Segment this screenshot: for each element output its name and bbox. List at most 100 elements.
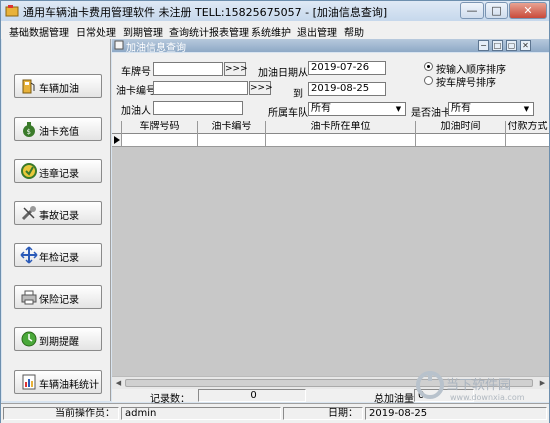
sidebar-item-insurance[interactable]: 保险记录 [14,285,102,309]
svg-text:$: $ [27,128,31,136]
sort-by-plate-radio[interactable] [424,76,433,85]
sidebar-item-refuel[interactable]: 车辆加油 [14,74,102,98]
menu-basic-data[interactable]: 基础数据管理 [9,24,69,39]
menu-expiry[interactable]: 到期管理 [123,24,163,39]
child-window-title-bar: 加油信息查询 − □ ▢ ✕ [112,39,549,54]
menu-daily[interactable]: 日常处理 [76,24,116,39]
person-label: 加油人 [121,106,151,117]
plate-browse-button[interactable]: >>> [224,62,248,76]
plate-input[interactable] [153,62,223,76]
table-row[interactable] [112,134,549,147]
sidebar-item-fuel-stats[interactable]: 车辆油耗统计 [14,370,102,394]
operator-label: 当前操作员： [3,407,119,420]
sidebar-item-violation[interactable]: 违章记录 [14,159,102,183]
watermark-text: 当下软件园 [446,378,512,393]
scroll-left-icon[interactable]: ◀ [114,379,123,387]
table-cell[interactable] [122,134,198,146]
sort-by-plate-label: 按车牌号排序 [436,78,496,89]
sidebar-item-label: 年检记录 [39,253,79,264]
sidebar-item-label: 事故记录 [39,211,79,222]
team-select[interactable]: 所有 ▼ [308,102,406,116]
sidebar-item-label: 到期提醒 [39,337,79,348]
warning-sign-icon [21,163,37,179]
date-from-label: 加油日期从 [258,68,308,79]
team-label: 所属车队 [268,108,308,119]
column-header-plate[interactable]: 车牌号码 [122,121,198,134]
operator-value: admin [121,407,281,420]
child-maximize-button[interactable]: ▢ [506,40,517,51]
table-cell[interactable] [416,134,506,146]
money-bag-icon: $ [23,122,35,137]
plate-label: 车牌号 [121,67,151,78]
date-to-label: 到 [293,89,303,100]
records-grid[interactable]: 车牌号码 油卡编号 油卡所在单位 加油时间 付款方式 [112,121,549,376]
current-date: 2019-08-25 [365,407,547,420]
child-window-icon [114,40,124,50]
report-icon [22,374,36,390]
fuel-pump-icon [22,79,35,94]
column-header-unit[interactable]: 油卡所在单位 [266,121,416,134]
sidebar-item-label: 保险记录 [39,295,79,306]
menu-exit[interactable]: 退出管理 [297,24,337,39]
close-button[interactable]: ✕ [509,2,547,19]
card-input[interactable] [153,81,248,95]
sidebar-item-label: 车辆油耗统计 [39,380,99,391]
menu-bar: 基础数据管理 日常处理 到期管理 查询统计报表管理 系统维护 退出管理 帮助 [1,21,549,39]
alarm-icon [21,331,37,347]
card-label: 油卡编号 [116,86,156,97]
current-row-arrow-icon [114,136,120,144]
table-cell[interactable] [506,134,549,146]
team-select-value: 所有 [311,103,331,114]
sidebar-item-label: 违章记录 [39,169,79,180]
search-form: 车牌号 >>> 油卡编号 >>> 加油人 加油日期从 2019-07-26 到 … [112,53,549,121]
grid-corner-cell [112,121,122,134]
title-bar: 通用车辆油卡费用管理软件 未注册 TELL:15825675057 - [加油信… [1,1,549,21]
minimize-button[interactable]: — [460,2,484,19]
row-indicator-cell [112,134,122,146]
child-minimize-button[interactable]: − [478,40,489,51]
maximize-button[interactable]: □ [485,2,508,19]
menu-help[interactable]: 帮助 [344,24,364,39]
date-from-input[interactable]: 2019-07-26 [308,61,386,75]
inspection-arrows-icon [20,246,38,264]
watermark: 当下软件园 www.downxia.com [406,369,536,403]
watermark-url: www.downxia.com [450,393,525,402]
table-cell[interactable] [198,134,266,146]
is-card-select-value: 所有 [451,103,471,114]
app-window: 通用车辆油卡费用管理软件 未注册 TELL:15825675057 - [加油信… [0,0,550,423]
column-header-payment[interactable]: 付款方式 [506,121,549,134]
chevron-down-icon: ▼ [523,105,530,113]
menu-reports[interactable]: 查询统计报表管理 [169,24,249,39]
sidebar-item-label: 车辆加油 [39,84,79,95]
watermark-logo-icon [416,371,444,399]
app-logo-icon [5,5,19,17]
menu-maintenance[interactable]: 系统维护 [251,24,291,39]
chevron-down-icon: ▼ [395,105,402,113]
sidebar: 车辆加油 $ 油卡充值 违章记录 事故记录 年检记录 保险记录 到期提醒 车辆油 [2,39,111,401]
grid-header: 车牌号码 油卡编号 油卡所在单位 加油时间 付款方式 [112,121,549,134]
child-restore-button[interactable]: □ [492,40,503,51]
is-card-label: 是否油卡 [411,108,451,119]
table-cell[interactable] [266,134,416,146]
date-label: 日期： [283,407,363,420]
child-window-title: 加油信息查询 [126,43,186,54]
column-header-card[interactable]: 油卡编号 [198,121,266,134]
record-count-value: 0 [198,389,306,402]
sidebar-item-recharge[interactable]: $ 油卡充值 [14,117,102,141]
card-browse-button[interactable]: >>> [249,81,273,95]
status-bar: 当前操作员： admin 日期： 2019-08-25 [1,403,549,423]
child-close-button[interactable]: ✕ [520,40,531,51]
scroll-right-icon[interactable]: ▶ [538,379,547,387]
sidebar-item-inspection[interactable]: 年检记录 [14,243,102,267]
column-header-time[interactable]: 加油时间 [416,121,506,134]
person-input[interactable] [153,101,243,115]
is-card-select[interactable]: 所有 ▼ [448,102,534,116]
sort-by-input-order-radio[interactable] [424,62,433,71]
wrench-icon [21,206,36,221]
sidebar-item-reminder[interactable]: 到期提醒 [14,327,102,351]
date-to-input[interactable]: 2019-08-25 [308,82,386,96]
sidebar-item-label: 油卡充值 [39,127,79,138]
window-title: 通用车辆油卡费用管理软件 未注册 TELL:15825675057 - [加油信… [23,6,388,19]
sidebar-item-accident[interactable]: 事故记录 [14,201,102,225]
printer-icon [21,290,37,305]
